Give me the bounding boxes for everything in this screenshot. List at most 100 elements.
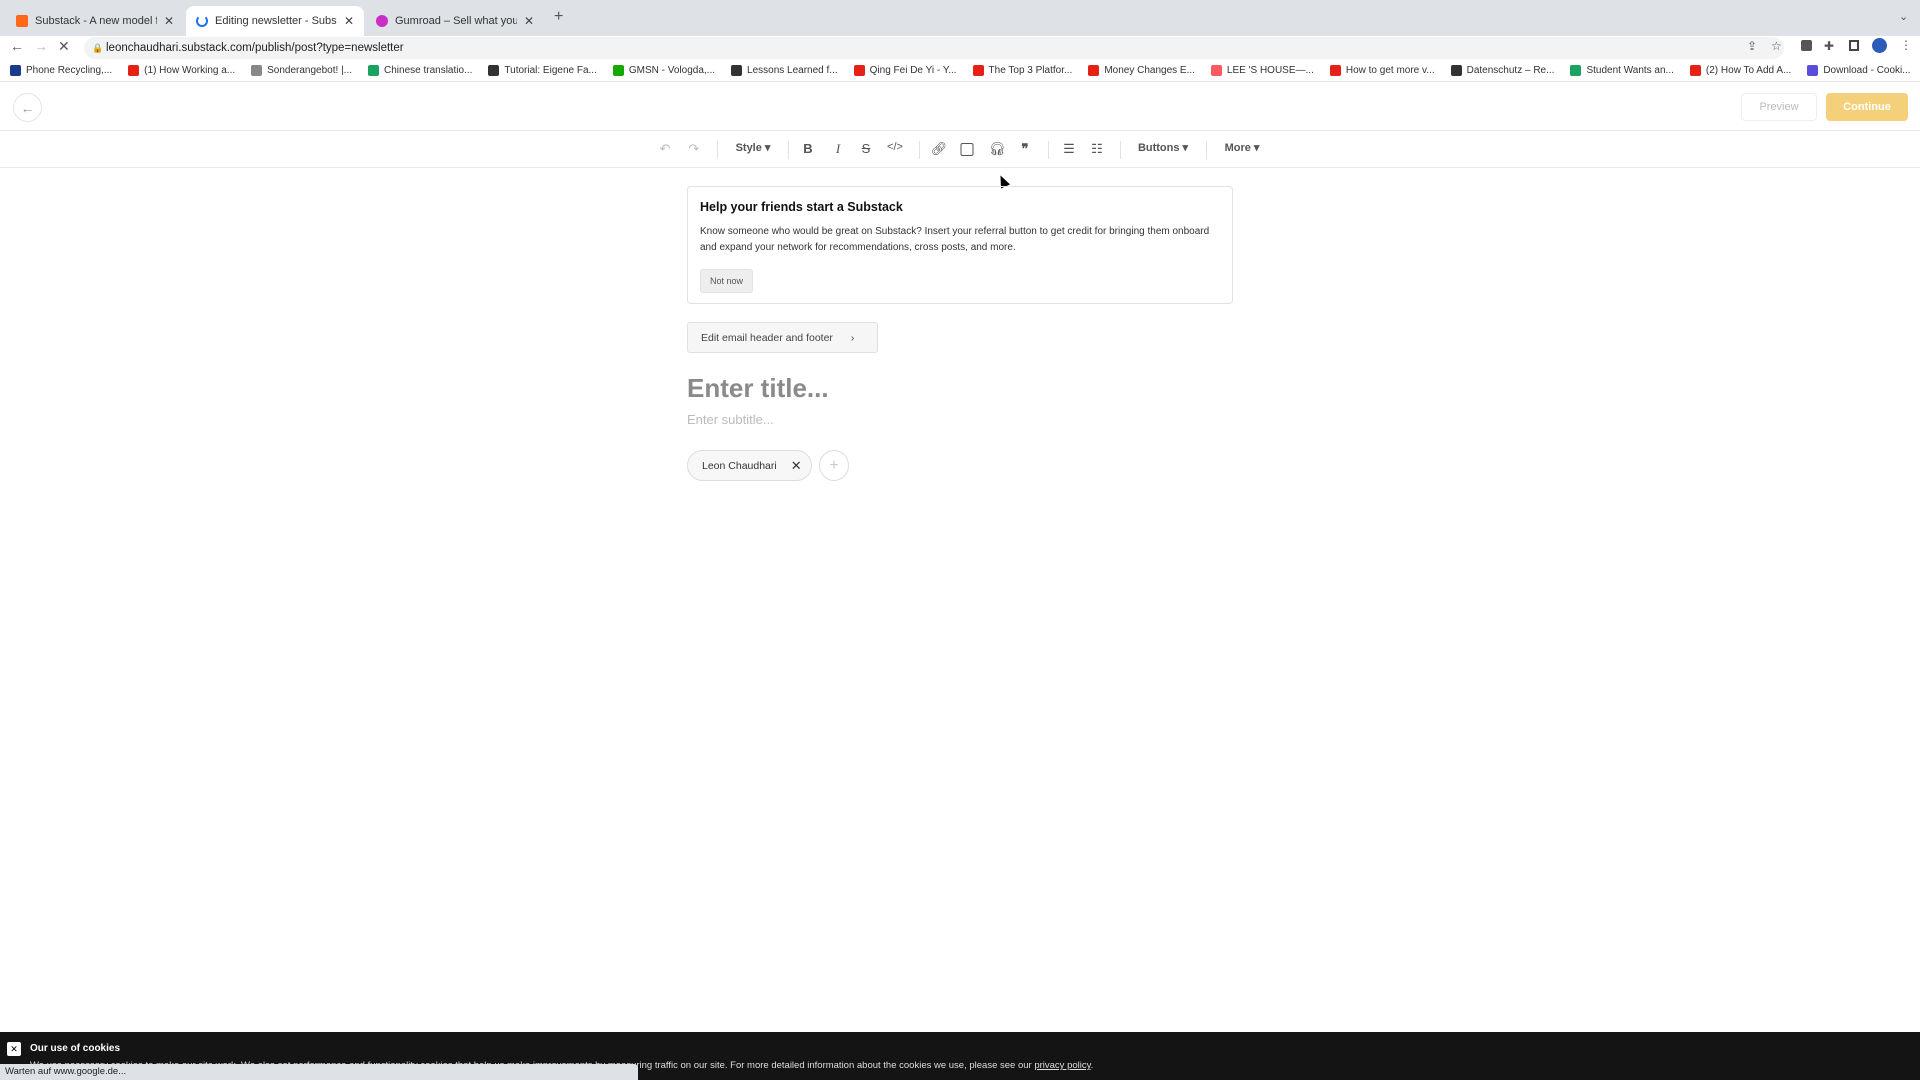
address-bar-row: ← → ✕ 🔒 leonchaudhari.substack.com/publi…	[0, 36, 1920, 60]
edit-email-header-footer-button[interactable]: Edit email header and footer ›	[687, 322, 878, 353]
bookmark-item[interactable]: (1) How Working a...	[128, 65, 235, 76]
bookmark-item[interactable]: Tutorial: Eigene Fa...	[488, 65, 597, 76]
bookmarks-bar: Phone Recycling,... (1) How Working a... S…	[0, 60, 1920, 82]
redo-icon[interactable]: ↷	[689, 141, 700, 157]
menu-dots-icon[interactable]: ⋮	[1900, 38, 1912, 52]
bookmark-item[interactable]: The Top 3 Platfor...	[972, 65, 1072, 76]
back-arrow-icon[interactable]: ←	[10, 38, 24, 54]
remove-author-close-icon[interactable]: ✕	[791, 458, 802, 474]
bookmark-item[interactable]: Datenschutz – Re...	[1450, 65, 1555, 76]
cookie-text-end: .	[1090, 1060, 1094, 1071]
forward-arrow-icon[interactable]: →	[34, 38, 48, 54]
formatting-toolbar: ↶ ↷ Style ▾ B I S </> 🔗︎ 🎧︎ ❞ ☰ ☷ Button…	[0, 131, 1920, 168]
close-cookie-banner-icon[interactable]: ✕	[7, 1042, 21, 1056]
close-icon[interactable]: ✕	[344, 14, 354, 28]
audio-headphones-icon[interactable]: 🎧︎	[989, 141, 1006, 157]
chevron-right-icon: ›	[850, 331, 855, 344]
buttons-label: Buttons	[1137, 142, 1180, 154]
bookmark-label: Tutorial: Eigene Fa...	[504, 65, 597, 76]
bookmark-label: (2) How To Add A...	[1705, 65, 1792, 76]
stop-loading-icon[interactable]: ✕	[58, 38, 70, 55]
new-tab-button[interactable]: +	[554, 8, 563, 26]
bold-icon[interactable]: B	[803, 141, 812, 156]
profile-avatar[interactable]	[1872, 38, 1887, 53]
bookmark-favicon-icon	[128, 65, 140, 76]
subtitle-input[interactable]: Enter subtitle...	[687, 412, 774, 427]
bookmark-label: How to get more v...	[1345, 65, 1435, 76]
browser-status-bar: Warten auf www.google.de...	[0, 1064, 638, 1080]
continue-button[interactable]: Continue	[1826, 93, 1908, 121]
quote-icon[interactable]: ❞	[1022, 141, 1029, 157]
tab-bar: Substack - A new model for pu ✕ Editing …	[0, 0, 1920, 36]
share-icon[interactable]: ⇪	[1747, 39, 1757, 53]
bookmark-label: Datenschutz – Re...	[1466, 65, 1555, 76]
preview-button[interactable]: Preview	[1741, 93, 1817, 121]
card-title: Help your friends start a Substack	[700, 200, 903, 214]
bookmark-label: GMSN - Vologda,...	[628, 65, 716, 76]
tab-editing-newsletter[interactable]: Editing newsletter - Substack ✕	[186, 6, 364, 36]
bookmark-label: (1) How Working a...	[144, 65, 236, 76]
strikethrough-icon[interactable]: S	[862, 141, 871, 156]
bookmark-label: Lessons Learned f...	[747, 65, 838, 76]
undo-icon[interactable]: ↶	[660, 141, 671, 157]
card-body: Know someone who would be great on Subst…	[700, 226, 1210, 253]
bookmark-item[interactable]: How to get more v...	[1329, 65, 1435, 76]
style-dropdown[interactable]: Style ▾	[736, 141, 771, 154]
tab-gumroad[interactable]: Gumroad – Sell what you know ✕	[366, 6, 544, 36]
bookmark-item[interactable]: Sonderangebot! |...	[251, 65, 352, 76]
extensions-puzzle-icon[interactable]: ✚	[1824, 39, 1834, 53]
bookmark-item[interactable]: LEE 'S HOUSE—...	[1210, 65, 1314, 76]
italic-icon[interactable]: I	[836, 141, 840, 157]
more-dropdown[interactable]: More ▾	[1225, 141, 1260, 154]
tab-title: Editing newsletter - Substack	[215, 15, 337, 27]
tab-substack[interactable]: Substack - A new model for pu ✕	[6, 6, 184, 36]
author-chip: Leon Chaudhari ✕	[687, 450, 812, 481]
cookie-title: Our use of cookies	[30, 1043, 121, 1054]
facebook-extension-icon[interactable]	[1801, 40, 1812, 51]
back-button[interactable]: ←	[13, 93, 42, 122]
code-icon[interactable]: </>	[887, 141, 903, 153]
bookmark-favicon-icon	[251, 65, 263, 76]
bookmark-label: Sonderangebot! |...	[267, 65, 353, 76]
bookmark-favicon-icon	[731, 65, 743, 76]
bookmark-item[interactable]: GMSN - Vologda,...	[612, 65, 716, 76]
editor-header: ← Preview Continue	[0, 83, 1920, 131]
bookmark-favicon-icon	[853, 65, 865, 76]
bookmark-item[interactable]: Chinese translatio...	[368, 65, 472, 76]
bookmark-item[interactable]: Download - Cooki...	[1807, 65, 1911, 76]
privacy-policy-link[interactable]: privacy policy	[1034, 1060, 1090, 1071]
buttons-dropdown[interactable]: Buttons ▾	[1138, 141, 1188, 154]
loading-spinner-icon	[196, 15, 208, 27]
close-icon[interactable]: ✕	[164, 14, 174, 28]
bullet-list-icon[interactable]: ☰	[1063, 141, 1075, 157]
bookmark-favicon-icon	[1329, 65, 1341, 76]
bookmark-item[interactable]: Phone Recycling,...	[10, 65, 112, 76]
url-input[interactable]: 🔒 leonchaudhari.substack.com/publish/pos…	[84, 37, 1784, 59]
bookmark-star-icon[interactable]: ☆	[1771, 39, 1782, 53]
bookmark-favicon-icon	[368, 65, 380, 76]
lock-icon: 🔒	[92, 42, 104, 53]
add-author-button[interactable]: +	[819, 450, 849, 481]
bookmark-item[interactable]: (2) How To Add A...	[1689, 65, 1792, 76]
not-now-button[interactable]: Not now	[700, 269, 754, 293]
image-icon[interactable]	[960, 143, 974, 156]
bookmark-label: LEE 'S HOUSE—...	[1226, 65, 1314, 76]
bookmark-item[interactable]: Student Wants an...	[1570, 65, 1674, 76]
title-input[interactable]: Enter title...	[687, 373, 829, 404]
tab-search-chevron-icon[interactable]: ⌄	[1899, 10, 1908, 23]
tab-title: Gumroad – Sell what you know	[395, 15, 517, 27]
link-icon[interactable]: 🔗︎	[931, 141, 948, 157]
bookmark-favicon-icon	[1570, 65, 1582, 76]
numbered-list-icon[interactable]: ☷	[1091, 141, 1103, 157]
substack-icon	[16, 15, 28, 27]
plus-icon: +	[829, 456, 839, 474]
bookmark-item[interactable]: Lessons Learned f...	[731, 65, 838, 76]
side-panel-icon[interactable]	[1849, 40, 1859, 51]
bookmark-favicon-icon	[1689, 65, 1701, 76]
bookmark-label: Qing Fei De Yi - Y...	[869, 65, 957, 76]
bookmark-favicon-icon	[972, 65, 984, 76]
bookmark-item[interactable]: Qing Fei De Yi - Y...	[853, 65, 957, 76]
bookmark-item[interactable]: Money Changes E...	[1088, 65, 1195, 76]
close-icon[interactable]: ✕	[524, 14, 534, 28]
bookmark-favicon-icon	[1088, 65, 1100, 76]
